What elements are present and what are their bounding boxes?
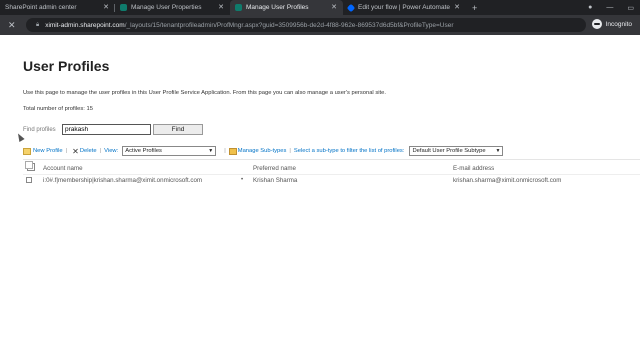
sharepoint-favicon-icon (120, 4, 127, 11)
find-profiles-input[interactable] (62, 124, 151, 135)
separator: | (99, 148, 102, 154)
header-divider (23, 159, 640, 160)
cell-preferred-name: Krishan Sharma (253, 177, 298, 184)
sharepoint-favicon-icon (235, 4, 242, 11)
manage-subtypes-button[interactable]: Manage Sub-types (228, 147, 287, 155)
new-tab-icon[interactable]: + (472, 0, 477, 15)
url-path: /_layouts/15/tenantprofileadmin/ProfMngr… (124, 21, 454, 29)
delete-label: Delete (79, 148, 97, 154)
tab-title: SharePoint admin center (5, 4, 77, 11)
chevron-down-icon: ▼ (208, 148, 214, 154)
tab-close-icon[interactable]: ✕ (103, 3, 109, 11)
browser-toolbar: ✕ 🔒︎ ximit-admin.sharepoint.com/_layouts… (0, 15, 640, 35)
tab-title: Manage User Properties (131, 4, 202, 11)
minimize-icon[interactable]: — (606, 4, 613, 11)
browser-tab-bar: SharePoint admin center ✕ Manage User Pr… (0, 0, 640, 15)
url-host: ximit-admin.sharepoint.com (45, 21, 125, 29)
tab-manage-user-properties[interactable]: Manage User Properties ✕ (115, 0, 230, 15)
view-select[interactable]: Active Profiles ▼ (122, 146, 217, 156)
lock-icon: 🔒︎ (36, 21, 40, 28)
chevron-down-icon: ▼ (495, 148, 501, 154)
profile-dot-icon[interactable]: ● (588, 4, 592, 11)
column-header-email[interactable]: E-mail address (453, 165, 494, 172)
row-checkbox[interactable] (26, 177, 32, 183)
new-profile-icon (23, 147, 31, 155)
tab-power-automate[interactable]: Edit your flow | Power Automate ✕ (343, 0, 466, 15)
separator: | (289, 148, 291, 154)
power-automate-favicon-icon (346, 3, 356, 12)
tab-close-icon[interactable]: ✕ (331, 3, 337, 11)
incognito-label: Incognito (605, 20, 632, 28)
separator: | (224, 148, 226, 154)
select-all-checkbox[interactable] (25, 161, 35, 171)
column-header-preferred-name[interactable]: Preferred name (253, 165, 296, 172)
tab-sharepoint-admin-center[interactable]: SharePoint admin center ✕ (0, 0, 115, 15)
find-profiles-label: Find profiles (23, 127, 56, 133)
separator: | (65, 148, 68, 154)
page-title: User Profiles (23, 58, 110, 74)
total-profiles-count: Total number of profiles: 15 (23, 106, 93, 112)
incognito-indicator[interactable]: Incognito (591, 19, 632, 29)
tab-title: Manage User Profiles (246, 4, 309, 11)
delete-x-icon: ✕ (72, 146, 79, 156)
subtype-filter-label: Select a sub-type to filter the list of … (293, 148, 405, 154)
mouse-cursor-icon (15, 132, 25, 142)
cell-account-name[interactable]: i:0#.f|membership|krishan.sharma@ximit.o… (43, 177, 202, 184)
subtype-select[interactable]: Default User Profile Subtype ▼ (409, 146, 504, 156)
delete-button[interactable]: ✕ Delete (70, 147, 96, 156)
address-bar[interactable]: 🔒︎ ximit-admin.sharepoint.com/_layouts/1… (26, 18, 586, 32)
new-profile-label: New Profile (33, 148, 63, 154)
tab-close-icon[interactable]: ✕ (218, 3, 224, 11)
find-button[interactable]: Find (153, 124, 203, 135)
cell-email: krishan.sharma@ximit.onmicrosoft.com (453, 177, 562, 184)
tab-manage-user-profiles[interactable]: Manage User Profiles ✕ (230, 0, 343, 15)
subtype-select-value: Default User Profile Subtype (412, 148, 486, 154)
column-header-account-name[interactable]: Account name (43, 165, 83, 172)
subtypes-icon (228, 147, 237, 155)
tab-title: Edit your flow | Power Automate (358, 4, 451, 11)
incognito-icon (591, 19, 602, 29)
tab-close-icon[interactable]: ✕ (454, 3, 460, 11)
profile-actions-toolbar: New Profile | ✕ Delete | View: Active Pr… (23, 146, 635, 156)
window-controls: ● — ▭ (588, 0, 634, 15)
view-label: View: (104, 148, 119, 154)
manage-subtypes-label: Manage Sub-types (237, 148, 287, 154)
maximize-icon[interactable]: ▭ (627, 4, 634, 12)
context-menu-icon[interactable]: • (241, 177, 243, 183)
new-profile-button[interactable]: New Profile (23, 147, 63, 155)
page-description: Use this page to manage the user profile… (23, 90, 386, 96)
stop-loading-icon[interactable]: ✕ (8, 20, 20, 31)
view-select-value: Active Profiles (125, 148, 162, 154)
row-divider (23, 174, 640, 175)
